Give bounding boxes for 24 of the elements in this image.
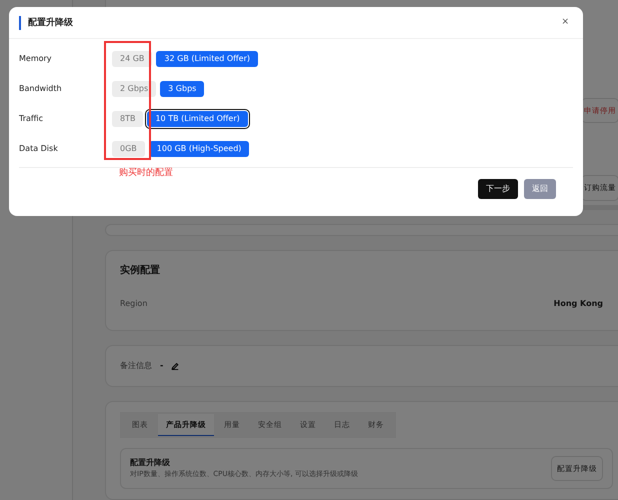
dialog-button[interactable]: 下一步 — [478, 179, 518, 199]
option-button[interactable]: 100 GB (High-Speed) — [148, 141, 250, 157]
close-button[interactable]: × — [557, 16, 573, 30]
dialog-title: 配置升降级 — [19, 16, 73, 30]
option-button[interactable]: 10 TB (Limited Offer) — [147, 111, 248, 127]
dialog-button[interactable]: 返回 — [524, 179, 556, 199]
option-label: Data Disk — [19, 143, 59, 155]
option-label: Memory — [19, 53, 53, 65]
option-button[interactable]: 0GB — [112, 141, 145, 157]
panel-title: 配置升降级 — [130, 457, 171, 470]
field-value: Hong Kong — [554, 298, 603, 310]
field-label: Region — [120, 298, 148, 310]
option-button[interactable]: 32 GB (Limited Offer) — [156, 51, 258, 67]
annotation-text: 购买时的配置 — [119, 167, 173, 180]
field-label: 备注信息 — [120, 360, 152, 372]
option-button[interactable]: 24 GB — [112, 51, 152, 67]
section-title: 实例配置 — [120, 264, 161, 276]
option-button[interactable]: 3 Gbps — [160, 81, 204, 97]
field-value: - — [160, 360, 164, 372]
option-button[interactable]: 2 Gbps — [112, 81, 156, 97]
edit-icon[interactable] — [171, 362, 180, 370]
option-label: Traffic — [19, 113, 44, 125]
option-label: Bandwidth — [19, 83, 63, 95]
option-button[interactable]: 8TB — [112, 111, 144, 127]
